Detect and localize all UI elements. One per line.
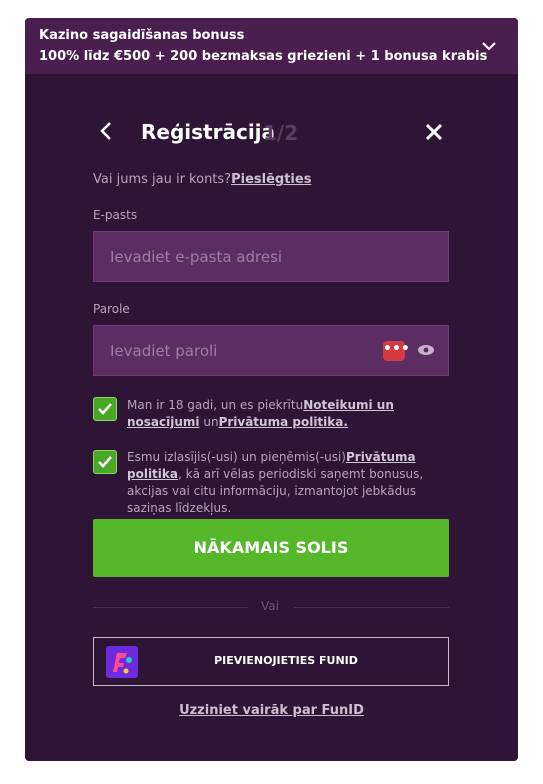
back-arrow-icon[interactable] [97,120,115,142]
privacy-link[interactable]: Privātuma politika. [219,415,348,429]
age-terms-text: Man ir 18 gadi, un es piekrītuNoteikumi … [127,397,447,431]
login-prompt: Vai jums jau ir konts?Pieslēgties [93,172,311,187]
next-step-button[interactable]: NĀKAMAIS SOLIS [93,519,449,577]
marketing-consent-text: Esmu izlasījis(-usi) un pieņēmis(-usi)Pr… [127,449,447,517]
eye-icon[interactable] [417,343,435,357]
password-label: Parole [93,302,130,316]
chevron-down-icon[interactable] [481,38,497,54]
login-link[interactable]: Pieslēgties [231,172,311,187]
funid-join-button[interactable]: PIEVIENOJIETIES FUNID [93,637,449,686]
password-manager-icon[interactable]: ••• [383,341,410,361]
divider-text: Vai [261,599,279,613]
marketing-consent-checkbox[interactable] [93,450,117,474]
close-icon[interactable] [424,122,444,142]
divider-left [93,607,248,608]
email-placeholder: Ievadiet e-pasta adresi [110,248,283,266]
funid-button-label: PIEVIENOJIETIES FUNID [214,654,358,667]
bonus-subtitle: 100% līdz €500 + 200 bezmaksas griezieni… [39,49,488,64]
step-indicator: 1/2 [263,121,299,145]
consent2-text-before: Esmu izlasījis(-usi) un pieņēmis(-usi) [127,450,346,464]
password-placeholder: Ievadiet paroli [110,342,218,360]
email-label: E-pasts [93,208,138,222]
page-title: Reģistrācija [141,120,276,144]
bonus-title: Kazino sagaidīšanas bonuss [39,28,245,43]
email-field[interactable]: Ievadiet e-pasta adresi [93,231,449,282]
learn-more-funid-link[interactable]: Uzziniet vairāk par FunID [0,703,543,718]
divider-right [294,607,449,608]
consent1-text-middle: un [199,415,219,429]
consent1-text-before: Man ir 18 gadi, un es piekrītu [127,398,304,412]
age-terms-checkbox[interactable] [93,397,117,421]
bonus-banner[interactable]: Kazino sagaidīšanas bonuss 100% līdz €50… [25,18,518,74]
checkmark-icon [98,403,112,415]
password-field[interactable]: Ievadiet paroli ••• [93,325,449,376]
checkmark-icon [98,456,112,468]
login-question: Vai jums jau ir konts? [93,172,232,187]
